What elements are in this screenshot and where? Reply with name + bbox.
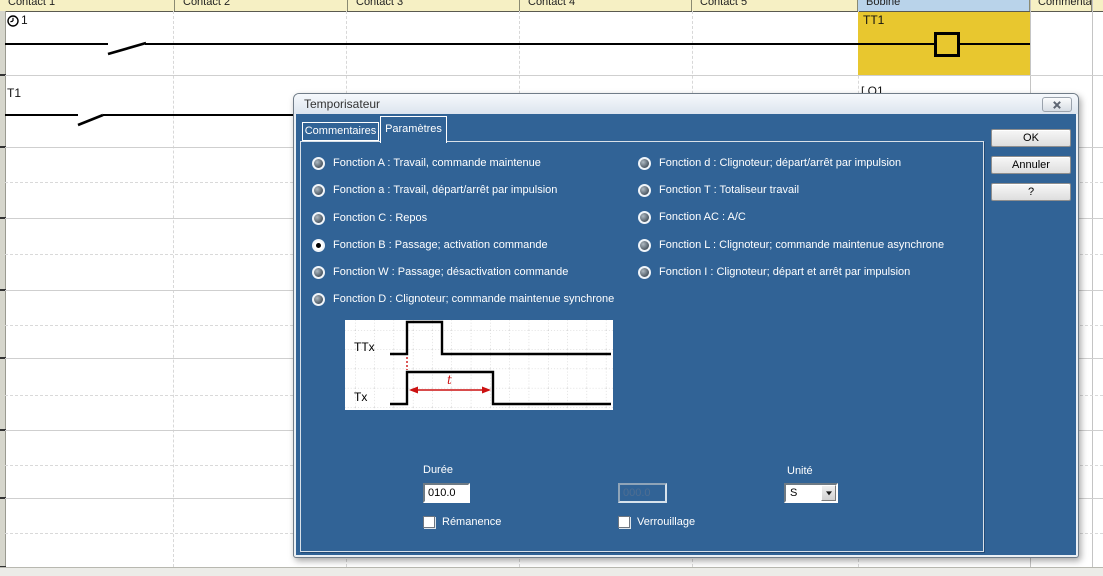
unite-label: Unité (787, 465, 813, 477)
close-button[interactable] (1042, 97, 1072, 112)
duree-label: Durée (423, 464, 453, 476)
duration-label: t (447, 373, 452, 387)
cancel-button[interactable]: Annuler (991, 156, 1071, 174)
dropdown-button[interactable] (821, 485, 836, 501)
unite-dropdown[interactable]: S (784, 483, 838, 503)
timing-diagram: TTx Tx t (345, 320, 613, 410)
grid-vline (1092, 0, 1093, 567)
row-separator (5, 75, 1103, 76)
signal-label-tx: Tx (354, 390, 367, 404)
signal-label-ttx: TTx (354, 340, 375, 354)
ok-button[interactable]: OK (991, 129, 1071, 147)
radio-icon-selected[interactable] (312, 239, 325, 252)
column-header-contact-3[interactable]: Contact 3 (348, 0, 520, 11)
dialog-body: Commentaires Paramètres Fonction A : Tra… (296, 114, 1076, 555)
radio-icon[interactable] (312, 184, 325, 197)
radio-fonction-I[interactable]: Fonction I : Clignoteur; départ et arrêt… (638, 265, 910, 279)
open-contact-symbol[interactable] (74, 110, 106, 128)
rung-wire (103, 114, 323, 116)
remanence-checkbox[interactable] (423, 516, 435, 528)
chevron-down-icon (826, 491, 832, 495)
verrouillage-checkbox-row[interactable]: Verrouillage (618, 515, 695, 528)
radio-fonction-T[interactable]: Fonction T : Totaliseur travail (638, 183, 799, 197)
duree-input[interactable]: 010.0 (423, 483, 470, 503)
radio-icon[interactable] (638, 266, 651, 279)
radio-icon[interactable] (638, 239, 651, 252)
radio-fonction-D[interactable]: Fonction D : Clignoteur; commande mainte… (312, 292, 614, 306)
grid-vline (173, 11, 174, 567)
radio-fonction-C[interactable]: Fonction C : Repos (312, 211, 427, 225)
column-header-contact-2[interactable]: Contact 2 (175, 0, 348, 11)
coil-label[interactable]: TT1 (863, 13, 884, 27)
radio-icon[interactable] (312, 157, 325, 170)
column-header-row: Contact 1 Contact 2 Contact 3 Contact 4 … (0, 0, 1103, 12)
dialog-titlebar: Temporisateur (294, 94, 1078, 114)
secondary-duration-input-disabled: 000.0 (618, 483, 667, 503)
coil-symbol[interactable] (934, 32, 960, 57)
column-header-bobine[interactable]: Bobine (858, 0, 1030, 11)
temporisateur-dialog: Temporisateur Commentaires Paramètres Fo… (293, 93, 1079, 558)
column-header-contact-5[interactable]: Contact 5 (692, 0, 858, 11)
radio-fonction-a[interactable]: Fonction a : Travail, départ/arrêt par i… (312, 183, 557, 197)
dialog-title: Temporisateur (304, 94, 380, 114)
column-header-contact-4[interactable]: Contact 4 (520, 0, 692, 11)
tab-commentaires[interactable]: Commentaires (302, 122, 379, 141)
radio-fonction-A[interactable]: Fonction A : Travail, commande maintenue (312, 156, 541, 170)
ladder-editor-screen: Contact 1 Contact 2 Contact 3 Contact 4 … (0, 0, 1103, 575)
radio-fonction-B[interactable]: Fonction B : Passage; activation command… (312, 238, 548, 252)
radio-icon[interactable] (312, 266, 325, 279)
radio-fonction-W[interactable]: Fonction W : Passage; désactivation comm… (312, 265, 568, 279)
column-header-commentaire[interactable]: Commentaire (1030, 0, 1092, 11)
contact-label[interactable]: 1 (21, 13, 28, 27)
unite-selected-value: S (790, 485, 797, 501)
rung-wire (5, 43, 108, 45)
column-header-contact-1[interactable]: Contact 1 (0, 0, 175, 11)
verrouillage-checkbox[interactable] (618, 516, 630, 528)
clock-icon (7, 15, 19, 27)
help-button[interactable]: ? (991, 183, 1071, 201)
rung-wire (5, 114, 78, 116)
open-contact-symbol[interactable] (104, 39, 150, 57)
parametres-tab-page: Fonction A : Travail, commande maintenue… (300, 141, 984, 552)
column-header-spare (1092, 0, 1103, 11)
radio-fonction-AC[interactable]: Fonction AC : A/C (638, 210, 746, 224)
rung-wire (145, 43, 1030, 45)
radio-icon[interactable] (312, 293, 325, 306)
tab-parametres[interactable]: Paramètres (380, 116, 447, 143)
radio-fonction-L[interactable]: Fonction L : Clignoteur; commande mainte… (638, 238, 944, 252)
radio-icon[interactable] (638, 157, 651, 170)
remanence-checkbox-row[interactable]: Rémanence (423, 515, 501, 528)
radio-fonction-d[interactable]: Fonction d : Clignoteur; départ/arrêt pa… (638, 156, 901, 170)
radio-icon[interactable] (638, 184, 651, 197)
radio-icon[interactable] (312, 212, 325, 225)
radio-icon[interactable] (638, 211, 651, 224)
contact-label[interactable]: T1 (7, 86, 21, 100)
